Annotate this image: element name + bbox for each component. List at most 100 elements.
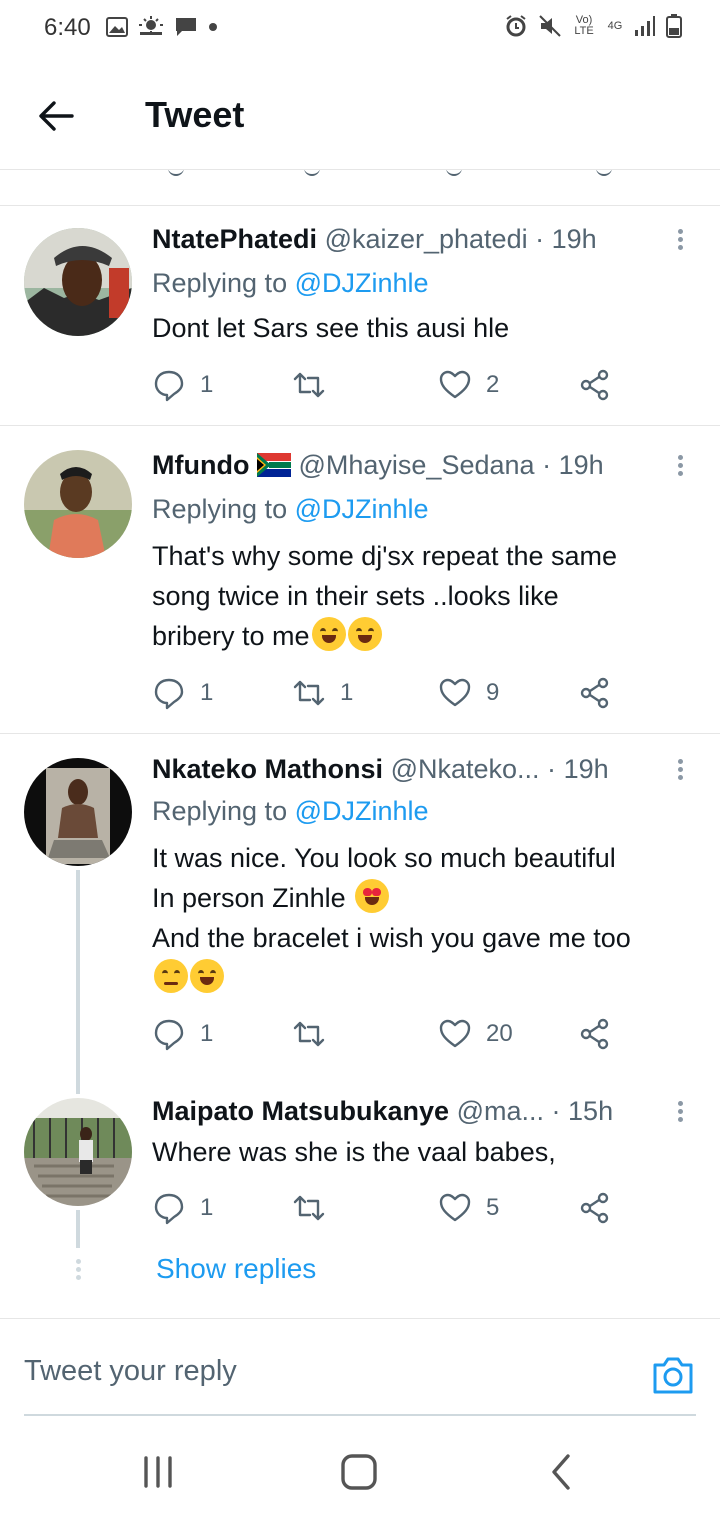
display-name[interactable]: NtatePhatedi bbox=[152, 224, 317, 254]
previous-tweet-actions bbox=[0, 170, 720, 206]
separator: · bbox=[542, 450, 552, 480]
separator: · bbox=[547, 754, 557, 784]
reply-count: 1 bbox=[200, 679, 214, 706]
more-options-icon[interactable] bbox=[674, 452, 686, 482]
reply-icon bbox=[154, 678, 184, 710]
back-arrow-icon[interactable] bbox=[36, 96, 76, 136]
avatar[interactable] bbox=[24, 450, 132, 558]
share-button[interactable] bbox=[578, 673, 612, 713]
retweet-count: 1 bbox=[340, 679, 354, 706]
4g-icon: 4G bbox=[607, 19, 623, 32]
home-icon[interactable] bbox=[334, 1450, 384, 1494]
tweet-actions: 1 20 bbox=[152, 1014, 622, 1054]
show-replies-link[interactable]: Show replies bbox=[156, 1253, 316, 1285]
tweet-item[interactable]: NtatePhatedi @kaizer_phatedi · 19h Reply… bbox=[0, 206, 720, 426]
like-button[interactable]: 5 bbox=[438, 1188, 499, 1228]
user-handle[interactable]: @kaizer_phatedi bbox=[325, 224, 528, 254]
retweet-button[interactable]: 1 bbox=[292, 673, 353, 713]
recent-apps-icon[interactable] bbox=[134, 1450, 184, 1494]
reply-button[interactable]: 1 bbox=[152, 1014, 213, 1054]
separator: · bbox=[535, 224, 545, 254]
reply-count: 1 bbox=[200, 1194, 214, 1221]
reply-icon bbox=[154, 1019, 184, 1051]
tweet-item[interactable]: Nkateko Mathonsi @Nkateko... · 19h Reply… bbox=[0, 734, 720, 1080]
heart-icon bbox=[439, 370, 471, 399]
tweet-text: It was nice. You look so much beautiful … bbox=[152, 838, 690, 998]
tweet-item[interactable]: Mfundo @Mhayise_Sedana · 19h Replying to… bbox=[0, 426, 720, 734]
tweet-text: Where was she is the vaal babes, bbox=[152, 1137, 556, 1167]
tweet-time[interactable]: 15h bbox=[568, 1096, 613, 1126]
status-time: 6:40 bbox=[44, 14, 91, 41]
mention-link[interactable]: @DJZinhle bbox=[295, 494, 429, 524]
sad-emoji bbox=[154, 959, 188, 993]
reply-count: 1 bbox=[200, 371, 214, 398]
gallery-icon bbox=[106, 17, 128, 37]
reply-button[interactable]: 1 bbox=[152, 365, 213, 405]
alarm-icon bbox=[506, 15, 526, 37]
display-name[interactable]: Maipato Matsubukanye bbox=[152, 1096, 449, 1126]
share-icon bbox=[580, 677, 609, 709]
south-africa-flag-icon bbox=[256, 453, 291, 477]
reply-icon bbox=[154, 370, 184, 402]
mute-icon bbox=[539, 15, 561, 37]
tweet-text-line: That's why some dj'sx repeat the same bbox=[152, 541, 618, 571]
tweet-text-line: song twice in their sets ..looks like bbox=[152, 581, 559, 611]
status-bar: 6:40 Vo) LTE 4G bbox=[0, 0, 720, 60]
tweet-item[interactable]: Maipato Matsubukanye @ma... · 15h Where … bbox=[0, 1080, 720, 1240]
share-button[interactable] bbox=[578, 1014, 612, 1054]
avatar[interactable] bbox=[24, 1098, 132, 1206]
mention-link[interactable]: @DJZinhle bbox=[295, 268, 429, 298]
reply-composer: Tweet your reply bbox=[0, 1318, 720, 1418]
user-handle[interactable]: @Nkateko... bbox=[391, 754, 540, 784]
tweet-actions: 1 2 bbox=[152, 365, 622, 405]
avatar[interactable] bbox=[24, 228, 132, 336]
like-button[interactable]: 2 bbox=[438, 365, 499, 405]
reply-input[interactable]: Tweet your reply bbox=[24, 1355, 237, 1388]
tweet-time[interactable]: 19h bbox=[552, 224, 597, 254]
reply-count: 1 bbox=[200, 1020, 214, 1047]
avatar[interactable] bbox=[24, 758, 132, 866]
more-options-icon[interactable] bbox=[674, 756, 686, 786]
tweet-time[interactable]: 19h bbox=[559, 450, 604, 480]
retweet-button[interactable] bbox=[292, 365, 340, 405]
share-icon bbox=[580, 1192, 609, 1224]
camera-icon[interactable] bbox=[652, 1355, 694, 1395]
retweet-button[interactable] bbox=[292, 1014, 340, 1054]
replying-prefix: Replying to bbox=[152, 268, 288, 298]
mention-link[interactable]: @DJZinhle bbox=[295, 796, 429, 826]
user-handle[interactable]: @ma... bbox=[457, 1096, 544, 1126]
tweet-text-line: It was nice. You look so much beautiful bbox=[152, 843, 616, 873]
user-handle[interactable]: @Mhayise_Sedana bbox=[298, 450, 534, 480]
reply-button[interactable]: 1 bbox=[152, 673, 213, 713]
like-count: 9 bbox=[486, 679, 500, 706]
tweet-text-line bbox=[152, 958, 690, 998]
replying-to: Replying to @DJZinhle bbox=[152, 796, 429, 827]
reply-underline bbox=[24, 1414, 696, 1416]
more-options-icon[interactable] bbox=[674, 1098, 686, 1128]
volte-icon: Vo) LTE bbox=[574, 14, 594, 37]
battery-icon bbox=[666, 14, 682, 38]
tweet-text-line: In person Zinhle bbox=[152, 878, 690, 918]
crying-laughing-emoji bbox=[190, 959, 224, 993]
crying-laughing-cat-emoji bbox=[311, 617, 346, 651]
display-name[interactable]: Mfundo bbox=[152, 450, 249, 480]
heart-icon bbox=[439, 1193, 471, 1222]
system-nav-bar bbox=[0, 1420, 720, 1520]
tweet-text: Dont let Sars see this ausi hle bbox=[152, 313, 510, 343]
tweet-text-line: bribery to me bbox=[152, 616, 690, 656]
like-button[interactable]: 20 bbox=[438, 1014, 513, 1054]
display-name[interactable]: Nkateko Mathonsi bbox=[152, 754, 383, 784]
like-count: 2 bbox=[486, 371, 500, 398]
tweet-text-line: And the bracelet i wish you gave me too bbox=[152, 923, 631, 953]
more-options-icon[interactable] bbox=[674, 226, 686, 256]
share-button[interactable] bbox=[578, 365, 612, 405]
tweet-time[interactable]: 19h bbox=[564, 754, 609, 784]
like-button[interactable]: 9 bbox=[438, 673, 499, 713]
share-button[interactable] bbox=[578, 1188, 612, 1228]
reply-button[interactable]: 1 bbox=[152, 1188, 213, 1228]
retweet-icon bbox=[293, 372, 325, 398]
retweet-button[interactable] bbox=[292, 1188, 340, 1228]
replying-prefix: Replying to bbox=[152, 796, 288, 826]
back-nav-icon[interactable] bbox=[536, 1450, 586, 1494]
like-count: 20 bbox=[486, 1020, 513, 1047]
